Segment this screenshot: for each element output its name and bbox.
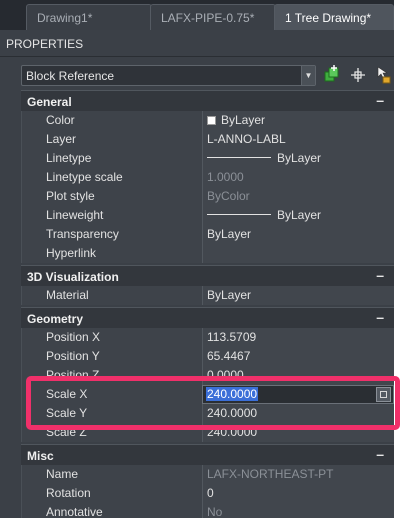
section-title: Geometry (27, 312, 84, 326)
property-label: Lineweight (21, 206, 202, 225)
tab-tree-drawing[interactable]: 1 Tree Drawing* (274, 4, 394, 30)
quick-select-icon[interactable] (372, 64, 392, 86)
property-grid: General – Color ByLayer Layer L-ANNO-LAB… (21, 90, 394, 518)
section-title: Misc (27, 449, 54, 463)
section-title: General (27, 95, 72, 109)
property-row-position-x[interactable]: Position X 113.5709 (21, 328, 394, 347)
property-row-linetype[interactable]: Linetype ByLayer (21, 149, 394, 168)
property-row-name[interactable]: Name LAFX-NORTHEAST-PT (21, 465, 394, 484)
panel-title: PROPERTIES (0, 30, 394, 56)
pick-objects-icon[interactable] (348, 64, 368, 86)
page-edge (394, 0, 402, 518)
property-label: Layer (21, 130, 202, 149)
property-row-rotation[interactable]: Rotation 0 (21, 484, 394, 503)
property-value[interactable]: 113.5709 (202, 328, 394, 347)
scale-highlight-annotation (26, 376, 400, 430)
property-label: Transparency (21, 225, 202, 244)
property-value[interactable]: ByLayer (202, 286, 394, 305)
property-value[interactable]: 65.4467 (202, 347, 394, 366)
divider (0, 56, 394, 57)
property-value[interactable]: ByLayer (202, 225, 394, 244)
section-misc[interactable]: Misc – (21, 444, 394, 466)
properties-window: Drawing1* LAFX-PIPE-0.75* 1 Tree Drawing… (0, 0, 394, 518)
tab-label: Drawing1* (37, 11, 93, 25)
property-label: Linetype (21, 149, 202, 168)
property-value[interactable]: 0 (202, 484, 394, 503)
property-label: Linetype scale (21, 168, 202, 187)
property-value: ByLayer (277, 151, 322, 165)
collapse-icon[interactable]: – (376, 446, 384, 462)
section-3d-visualization[interactable]: 3D Visualization – (21, 265, 394, 287)
property-label: Annotative (21, 503, 202, 518)
property-label: Plot style (21, 187, 202, 206)
property-label: Position Y (21, 347, 202, 366)
property-value: ByLayer (277, 208, 322, 222)
add-to-selection-icon[interactable] (322, 64, 342, 86)
property-value[interactable]: LAFX-NORTHEAST-PT (202, 465, 394, 484)
property-label: Position X (21, 328, 202, 347)
property-row-annotative[interactable]: Annotative No (21, 503, 394, 518)
collapse-icon[interactable]: – (376, 92, 384, 108)
property-label: Rotation (21, 484, 202, 503)
property-label: Material (21, 286, 202, 305)
section-geometry[interactable]: Geometry – (21, 307, 394, 329)
property-row-transparency[interactable]: Transparency ByLayer (21, 225, 394, 244)
property-row-plot-style[interactable]: Plot style ByColor (21, 187, 394, 206)
object-type-dropdown[interactable]: Block Reference ▼ (21, 65, 316, 86)
property-value-container[interactable]: ByLayer (202, 111, 394, 130)
object-type-value: Block Reference (26, 69, 115, 83)
property-value-container[interactable]: ByLayer (202, 206, 394, 225)
tab-label: 1 Tree Drawing* (285, 11, 372, 25)
tab-lafx-pipe[interactable]: LAFX-PIPE-0.75* (150, 4, 276, 30)
chevron-down-icon[interactable]: ▼ (301, 66, 315, 85)
property-value[interactable]: L-ANNO-LABL (202, 130, 394, 149)
lineweight-preview-icon (207, 214, 271, 215)
property-row-hyperlink[interactable]: Hyperlink (21, 244, 394, 263)
color-swatch-icon (207, 116, 216, 125)
property-value-container[interactable]: ByLayer (202, 149, 394, 168)
section-title: 3D Visualization (27, 270, 119, 284)
property-row-color[interactable]: Color ByLayer (21, 111, 394, 130)
property-value[interactable]: 1.0000 (202, 168, 394, 187)
property-row-lineweight[interactable]: Lineweight ByLayer (21, 206, 394, 225)
collapse-icon[interactable]: – (376, 309, 384, 325)
property-value[interactable]: ByColor (202, 187, 394, 206)
linetype-preview-icon (207, 157, 271, 158)
property-row-linetype-scale[interactable]: Linetype scale 1.0000 (21, 168, 394, 187)
property-label: Hyperlink (21, 244, 202, 263)
property-row-layer[interactable]: Layer L-ANNO-LABL (21, 130, 394, 149)
property-label: Name (21, 465, 202, 484)
property-value[interactable]: No (202, 503, 394, 518)
property-label: Color (21, 111, 202, 130)
property-value[interactable] (202, 244, 394, 263)
file-tab-bar: Drawing1* LAFX-PIPE-0.75* 1 Tree Drawing… (0, 0, 394, 30)
tab-drawing1[interactable]: Drawing1* (26, 4, 152, 30)
collapse-icon[interactable]: – (376, 267, 384, 283)
property-row-material[interactable]: Material ByLayer (21, 286, 394, 305)
tab-label: LAFX-PIPE-0.75* (161, 11, 255, 25)
property-value: ByLayer (221, 113, 266, 127)
property-row-position-y[interactable]: Position Y 65.4467 (21, 347, 394, 366)
section-general[interactable]: General – (21, 90, 394, 112)
